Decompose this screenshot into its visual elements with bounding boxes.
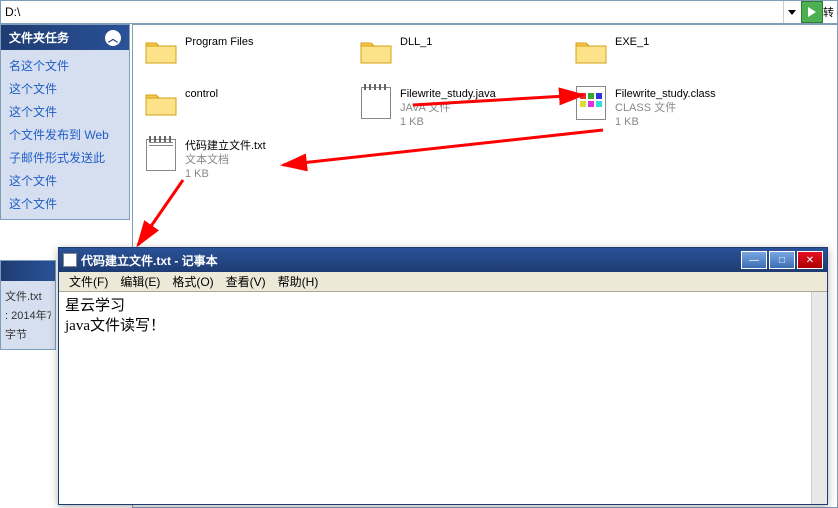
address-input[interactable]	[1, 3, 783, 21]
file-name: Filewrite_study.class	[615, 87, 716, 101]
tasks-header-label: 文件夹任务	[9, 29, 69, 46]
toolbar-extra[interactable]: 转	[823, 0, 837, 24]
tasks-header[interactable]: 文件夹任务 ︿	[1, 25, 129, 50]
folder-icon	[573, 35, 609, 67]
notepad-title-text: 代码建立文件.txt - 记事本	[81, 252, 741, 269]
file-item-txt[interactable]: 代码建立文件.txt 文本文档 1 KB	[143, 139, 343, 181]
folder-item[interactable]: DLL_1	[358, 35, 558, 67]
class-file-icon	[573, 87, 609, 119]
maximize-button[interactable]: □	[769, 251, 795, 269]
details-header[interactable]	[1, 261, 55, 281]
java-file-icon	[358, 87, 394, 119]
task-item[interactable]: 这个文件	[1, 77, 129, 100]
notepad-titlebar[interactable]: 代码建立文件.txt - 记事本 — □ ✕	[59, 248, 827, 272]
file-type: CLASS 文件	[615, 101, 716, 115]
tasks-panel: 文件夹任务 ︿ 名这个文件 这个文件 这个文件 个文件发布到 Web 子邮件形式…	[0, 24, 130, 220]
file-name: control	[185, 87, 218, 101]
annotation-arrow	[133, 175, 193, 255]
scrollbar-vertical[interactable]	[811, 292, 827, 504]
folder-item[interactable]: Program Files	[143, 35, 343, 67]
sidebar: 文件夹任务 ︿ 名这个文件 这个文件 这个文件 个文件发布到 Web 子邮件形式…	[0, 24, 130, 228]
file-size: 1 KB	[185, 167, 266, 181]
folder-icon	[143, 35, 179, 67]
task-item[interactable]: 这个文件	[1, 169, 129, 192]
text-file-icon	[143, 139, 179, 171]
file-item-class[interactable]: Filewrite_study.class CLASS 文件 1 KB	[573, 87, 773, 129]
task-item[interactable]: 个文件发布到 Web	[1, 123, 129, 146]
tasks-body: 名这个文件 这个文件 这个文件 个文件发布到 Web 子邮件形式发送此 这个文件…	[1, 50, 129, 219]
folder-item[interactable]: EXE_1	[573, 35, 773, 67]
address-dropdown[interactable]	[783, 1, 799, 23]
close-button[interactable]: ✕	[797, 251, 823, 269]
detail-filename: 文件.txt	[5, 288, 51, 304]
notepad-textarea[interactable]: 星云学习 java文件读写！	[59, 292, 827, 504]
file-name: DLL_1	[400, 35, 432, 49]
details-body: 文件.txt : 2014年7月 字节	[1, 281, 55, 349]
menu-help[interactable]: 帮助(H)	[272, 273, 325, 290]
file-name: Filewrite_study.java	[400, 87, 496, 101]
file-size: 1 KB	[615, 115, 716, 129]
detail-size: 字节	[5, 326, 51, 342]
details-panel: 文件.txt : 2014年7月 字节	[0, 260, 56, 350]
address-bar: 转	[0, 0, 838, 24]
folder-icon	[358, 35, 394, 67]
menu-format[interactable]: 格式(O)	[166, 273, 219, 290]
chevron-down-icon	[788, 10, 796, 15]
go-button[interactable]	[801, 1, 823, 23]
file-name: EXE_1	[615, 35, 649, 49]
file-type: 文本文档	[185, 153, 266, 167]
file-type: JAVA 文件	[400, 101, 496, 115]
detail-date: : 2014年7月	[5, 307, 51, 323]
arrow-right-icon	[808, 7, 816, 17]
task-item[interactable]: 这个文件	[1, 192, 129, 215]
folder-item[interactable]: control	[143, 87, 343, 119]
menu-edit[interactable]: 编辑(E)	[114, 273, 166, 290]
task-item[interactable]: 子邮件形式发送此	[1, 146, 129, 169]
notepad-menubar: 文件(F) 编辑(E) 格式(O) 查看(V) 帮助(H)	[59, 272, 827, 292]
collapse-icon[interactable]: ︿	[105, 30, 121, 46]
notepad-app-icon	[63, 253, 77, 267]
file-size: 1 KB	[400, 115, 496, 129]
file-name: Program Files	[185, 35, 253, 49]
file-item-java[interactable]: Filewrite_study.java JAVA 文件 1 KB	[358, 87, 558, 129]
menu-file[interactable]: 文件(F)	[63, 273, 114, 290]
minimize-button[interactable]: —	[741, 251, 767, 269]
notepad-window: 代码建立文件.txt - 记事本 — □ ✕ 文件(F) 编辑(E) 格式(O)…	[58, 247, 828, 505]
task-item[interactable]: 名这个文件	[1, 54, 129, 77]
menu-view[interactable]: 查看(V)	[220, 273, 272, 290]
folder-icon	[143, 87, 179, 119]
task-item[interactable]: 这个文件	[1, 100, 129, 123]
file-name: 代码建立文件.txt	[185, 139, 266, 153]
